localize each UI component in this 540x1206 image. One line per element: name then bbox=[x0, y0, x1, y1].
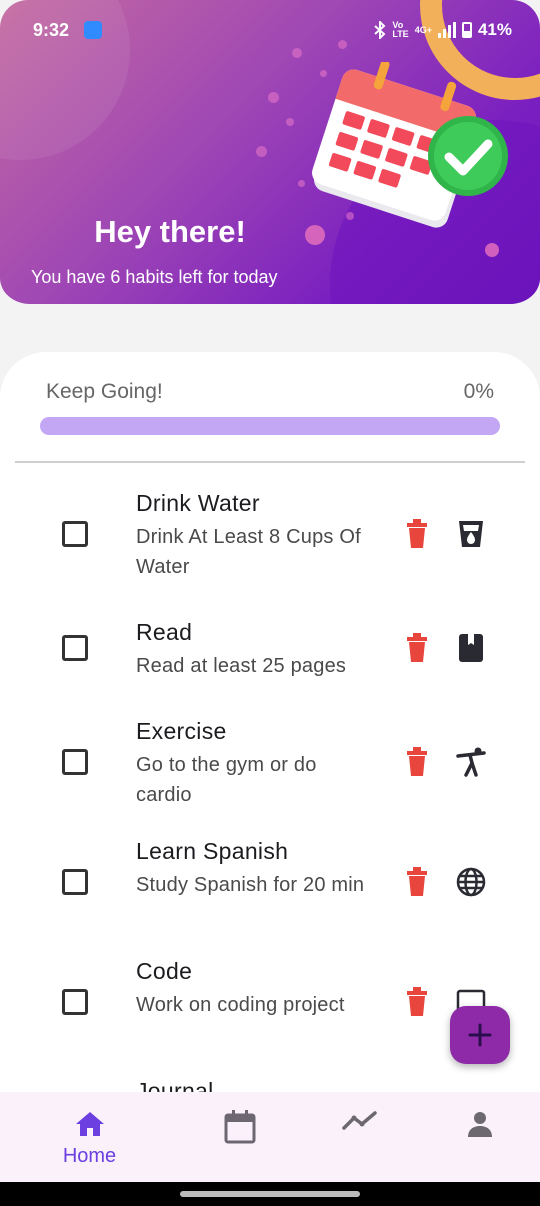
habit-title: Drink Water bbox=[136, 490, 260, 516]
network-type: 4G+ bbox=[414, 24, 432, 35]
habit-title: Exercise bbox=[136, 718, 227, 744]
cup-icon bbox=[459, 521, 483, 547]
volte-bottom-text: LTE bbox=[392, 29, 409, 39]
exercise-icon bbox=[456, 747, 486, 777]
globe-icon bbox=[456, 867, 486, 897]
nav-home-label: Home bbox=[62, 1145, 117, 1167]
delete-icon[interactable] bbox=[405, 633, 429, 663]
home-indicator[interactable] bbox=[180, 1191, 360, 1197]
header-dot bbox=[485, 243, 499, 257]
delete-icon[interactable] bbox=[405, 987, 429, 1017]
progress-bar bbox=[40, 417, 500, 435]
habits-left-text: You have 6 habits left for today bbox=[31, 267, 278, 287]
nav-profile[interactable] bbox=[412, 1092, 540, 1182]
habit-description: Go to the gym or do cardio bbox=[136, 754, 317, 806]
header-dot bbox=[286, 118, 294, 126]
notification-app-icon bbox=[84, 21, 102, 39]
header-dot bbox=[256, 146, 267, 157]
delete-icon[interactable] bbox=[405, 867, 429, 897]
add-habit-button[interactable] bbox=[450, 1006, 510, 1064]
calendar-icon bbox=[224, 1110, 255, 1144]
calendar-check-illustration bbox=[312, 62, 508, 228]
habit-checkbox[interactable] bbox=[62, 989, 88, 1015]
system-navigation-bar bbox=[0, 1182, 540, 1206]
progress-label: Keep Going! bbox=[46, 380, 163, 403]
bottom-navigation: Home bbox=[0, 1092, 540, 1182]
divider bbox=[15, 461, 525, 463]
status-time: 9:32 bbox=[33, 20, 70, 40]
header-banner: 9:32 Vo LTE 4G+ 41% Hey there! You have 6… bbox=[0, 0, 540, 304]
status-bar: 9:32 Vo LTE 4G+ 41% bbox=[0, 0, 540, 62]
header-dot bbox=[268, 92, 279, 103]
habit-description: Study Spanish for 20 min bbox=[136, 874, 365, 896]
book-icon bbox=[459, 634, 483, 662]
habit-checkbox[interactable] bbox=[62, 635, 88, 661]
habit-checkbox[interactable] bbox=[62, 521, 88, 547]
nav-stats[interactable] bbox=[292, 1092, 427, 1182]
trend-icon bbox=[341, 1111, 377, 1130]
progress-percent: 0% bbox=[463, 380, 494, 403]
signal-icon bbox=[437, 22, 456, 38]
habit-description: Drink At Least 8 Cups Of Water bbox=[136, 526, 361, 578]
delete-icon[interactable] bbox=[405, 519, 429, 549]
battery-icon bbox=[461, 22, 472, 38]
profile-icon bbox=[467, 1112, 492, 1137]
plus-icon bbox=[468, 1023, 492, 1047]
habit-checkbox[interactable] bbox=[62, 749, 88, 775]
status-icons: Vo LTE 4G+ 41% bbox=[374, 20, 512, 40]
home-icon bbox=[75, 1112, 104, 1136]
habit-description: Work on coding project bbox=[136, 994, 345, 1016]
greeting-title: Hey there! bbox=[94, 214, 246, 249]
habit-title: Read bbox=[136, 619, 193, 645]
habit-title: Code bbox=[136, 958, 193, 984]
habit-description: Read at least 25 pages bbox=[136, 655, 347, 677]
nav-home[interactable]: Home bbox=[22, 1092, 157, 1182]
battery-percent: 41% bbox=[477, 20, 512, 39]
delete-icon[interactable] bbox=[405, 747, 429, 777]
habit-title: Learn Spanish bbox=[136, 838, 289, 864]
volte-indicator: Vo LTE bbox=[392, 21, 408, 39]
bluetooth-icon bbox=[374, 21, 386, 39]
habit-checkbox[interactable] bbox=[62, 869, 88, 895]
nav-calendar[interactable] bbox=[172, 1092, 307, 1182]
